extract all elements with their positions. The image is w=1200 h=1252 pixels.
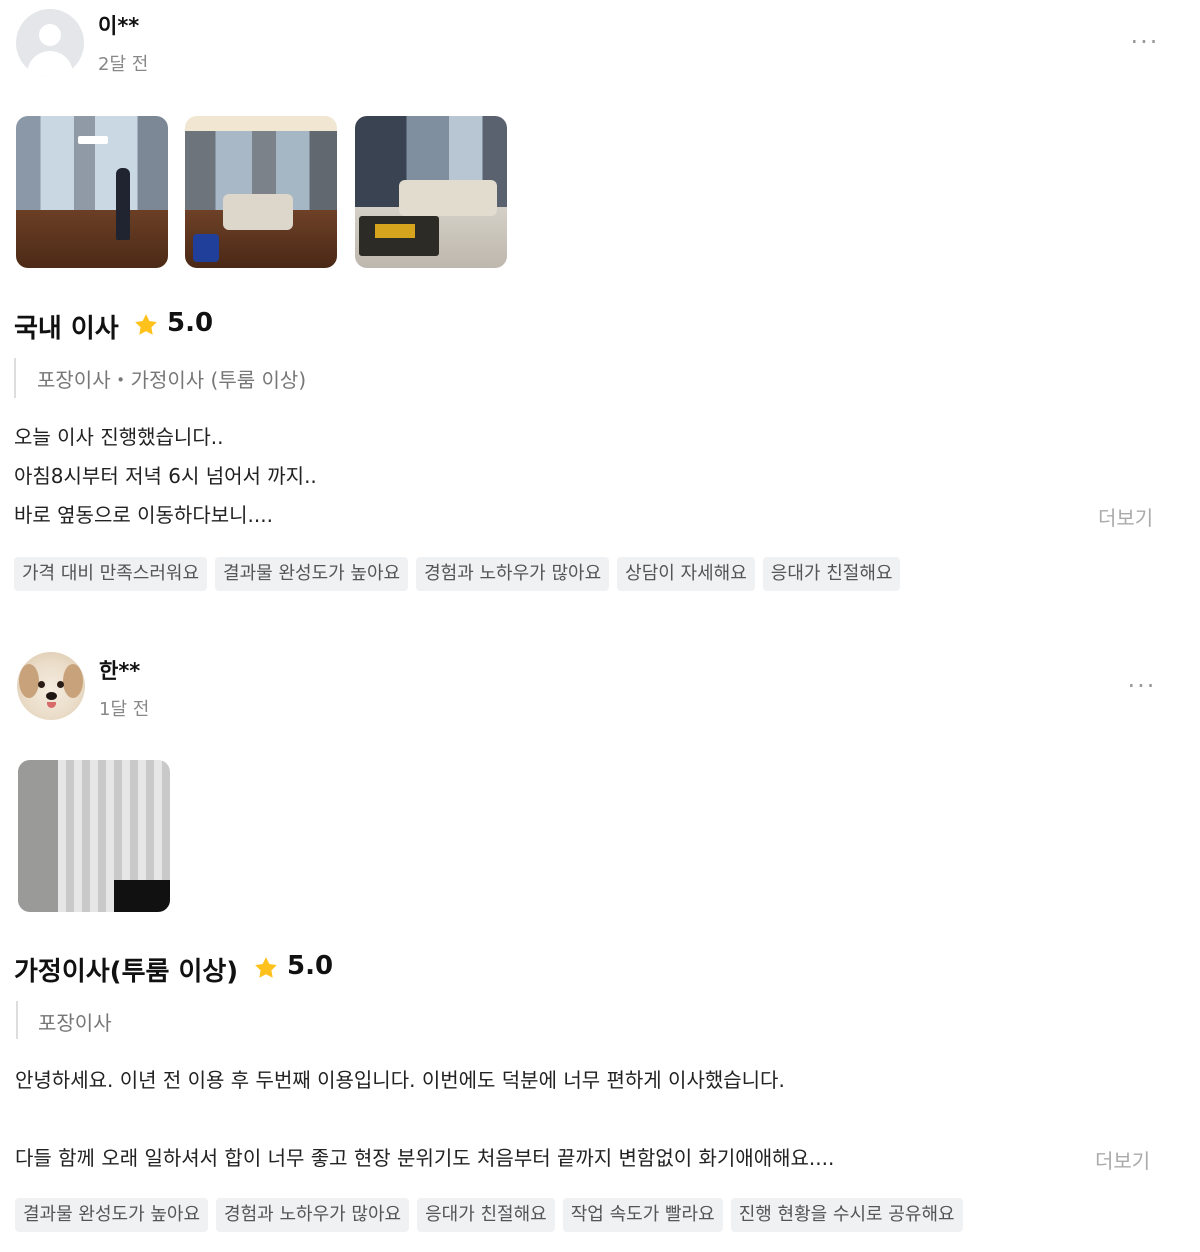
read-more-link[interactable]: 더보기 — [1095, 1145, 1150, 1174]
avatar — [16, 9, 84, 77]
review-text: 안녕하세요. 이년 전 이용 후 두번째 이용입니다. 이번에도 덕분에 너무 … — [15, 1068, 835, 1170]
review-tag: 가격 대비 만족스러워요 — [14, 557, 208, 591]
avatar — [17, 652, 85, 720]
read-more-link[interactable]: 더보기 — [1098, 502, 1153, 531]
review-tag: 응대가 친절해요 — [762, 557, 901, 591]
review-tag: 응대가 친절해요 — [417, 1198, 555, 1232]
rating-value: 5.0 — [167, 308, 214, 338]
service-title: 가정이사(투룸 이상) — [14, 957, 239, 987]
review-tag: 경험과 노하우가 많아요 — [416, 557, 610, 591]
star-icon — [255, 957, 277, 978]
reviewer-name: 이** — [98, 14, 140, 38]
more-options-icon[interactable]: ··· — [1124, 674, 1160, 698]
review-tag: 상담이 자세해요 — [617, 557, 755, 591]
rating-value: 5.0 — [287, 951, 334, 981]
more-options-icon[interactable]: ··· — [1127, 30, 1163, 54]
review-tag: 결과물 완성도가 높아요 — [15, 1198, 209, 1232]
service-title: 국내 이사 — [14, 314, 119, 344]
review-tag: 진행 현황을 수시로 공유해요 — [730, 1198, 963, 1232]
tag-list: 가격 대비 만족스러워요 결과물 완성도가 높아요 경험과 노하우가 많아요 상… — [14, 557, 901, 591]
review-tag: 경험과 노하우가 많아요 — [216, 1198, 410, 1232]
tag-list: 결과물 완성도가 높아요 경험과 노하우가 많아요 응대가 친절해요 작업 속도… — [15, 1198, 963, 1232]
review-photo-living-room[interactable] — [16, 116, 168, 268]
review-photo-bedroom[interactable] — [185, 116, 337, 268]
review-photo-sofa-room[interactable] — [355, 116, 507, 268]
review-date: 1달 전 — [99, 699, 150, 720]
review-date: 2달 전 — [98, 54, 149, 75]
reviewer-name: 한** — [99, 659, 141, 683]
star-icon — [135, 314, 157, 335]
review-card: 이** 2달 전 ··· 국내 이사 5.0 포장이사・가정이사 (투룸 이상)… — [0, 0, 1200, 610]
review-card: 한** 1달 전 ··· 가정이사(투룸 이상) 5.0 포장이사 안녕하세요.… — [0, 645, 1200, 1252]
subcategory-divider — [14, 358, 16, 398]
subcategory-list: 포장이사・가정이사 (투룸 이상) — [37, 368, 307, 392]
subcategory-list: 포장이사 — [38, 1011, 112, 1035]
review-text: 오늘 이사 진행했습니다.. 아침8시부터 저녁 6시 넘어서 까지.. 바로 … — [14, 425, 317, 527]
review-tag: 결과물 완성도가 높아요 — [215, 557, 409, 591]
review-tag: 작업 속도가 빨라요 — [562, 1198, 723, 1232]
review-photo-curtain-room[interactable] — [18, 760, 170, 912]
subcategory-divider — [16, 1001, 18, 1039]
